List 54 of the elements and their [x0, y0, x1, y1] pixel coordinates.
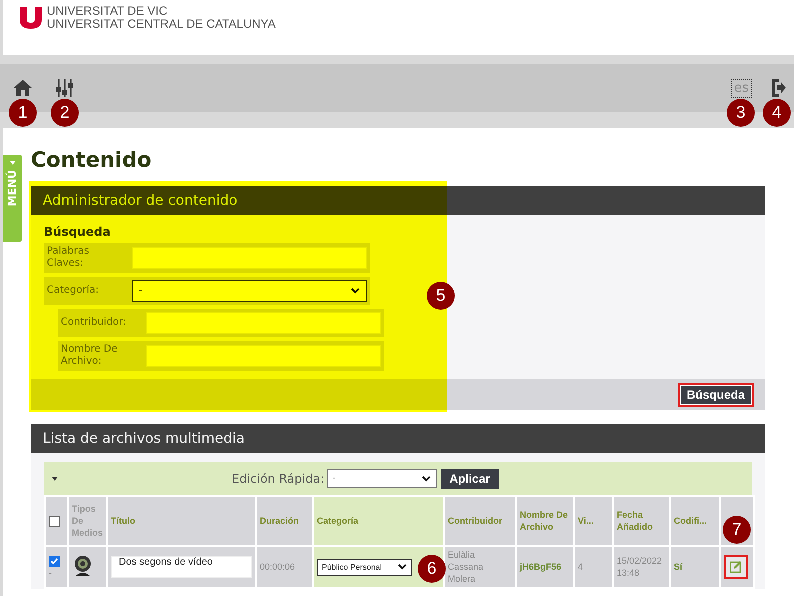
sliders-icon: [56, 79, 74, 97]
home-button[interactable]: [14, 80, 32, 96]
column-header[interactable]: Categoría: [313, 496, 444, 546]
search-button[interactable]: Búsqueda: [678, 382, 754, 406]
column-header[interactable]: Codifi...: [670, 496, 720, 546]
annotation-badge: 1: [9, 99, 37, 127]
annotation-badge: 4: [763, 99, 791, 127]
table-cell: 4: [574, 546, 613, 588]
language-selector[interactable]: es: [731, 78, 752, 98]
column-header[interactable]: Contribuidor: [444, 496, 516, 546]
table-cell: Sí: [670, 546, 720, 588]
checkbox[interactable]: [49, 556, 60, 566]
edit-icon: [730, 561, 742, 573]
home-icon: [14, 80, 32, 96]
field-label: Nombre De Archivo:: [61, 344, 119, 368]
title-field[interactable]: Dos segons de vídeo: [111, 556, 252, 578]
logout-icon: [772, 79, 786, 97]
caret-icon: [422, 476, 431, 482]
table-cell: 00:00:06: [256, 546, 313, 588]
annotation-badge: 3: [727, 99, 755, 127]
logo-text: UNIVERSITAT CENTRAL DE CATALUNYA: [47, 18, 276, 31]
column-header[interactable]: Tipos De Medios: [68, 496, 107, 546]
column-header[interactable]: Título: [107, 496, 256, 546]
page-title: Contenido: [31, 148, 153, 172]
caret-icon: [10, 161, 16, 165]
column-header[interactable]: Nombre De Archivo: [516, 496, 574, 546]
field-label: Palabras Claves:: [47, 246, 90, 270]
apply-button[interactable]: Aplicar: [440, 468, 500, 488]
column-header[interactable]: Vi...: [574, 496, 613, 546]
menu-tab[interactable]: MENÚ: [3, 155, 22, 242]
column-header[interactable]: Fecha Añadido: [613, 496, 670, 546]
caret-icon: [398, 564, 407, 570]
field-label: Categoría:: [47, 285, 100, 297]
logout-button[interactable]: [772, 79, 786, 97]
category-select[interactable]: Público Personal: [317, 558, 412, 576]
section-title: Búsqueda: [44, 225, 112, 239]
field-label: Contribuidor:: [61, 317, 128, 329]
panel-title: Administrador de contenido: [43, 192, 238, 208]
logo-text: UNIVERSITAT DE VIC: [47, 5, 169, 18]
column-header[interactable]: Duración: [256, 496, 313, 546]
panel-title: Lista de archivos multimedia: [43, 430, 245, 446]
webcam-icon: [72, 554, 94, 576]
settings-button[interactable]: [56, 79, 74, 97]
edit-button[interactable]: [724, 555, 748, 579]
table-cell: 15/02/2022 13:48: [613, 546, 670, 588]
table-cell: jH6BgF56: [516, 546, 574, 588]
row-marker: -: [49, 568, 52, 578]
caret-icon[interactable]: [52, 476, 58, 480]
annotation-badge: 2: [51, 99, 79, 127]
quick-edit-select[interactable]: -: [326, 469, 437, 488]
table-cell: Eulàlia Cassana Molera: [444, 546, 516, 588]
logo-icon: [20, 7, 42, 29]
quick-edit-label: Edición Rápida:: [232, 472, 325, 486]
checkbox[interactable]: [49, 516, 60, 526]
